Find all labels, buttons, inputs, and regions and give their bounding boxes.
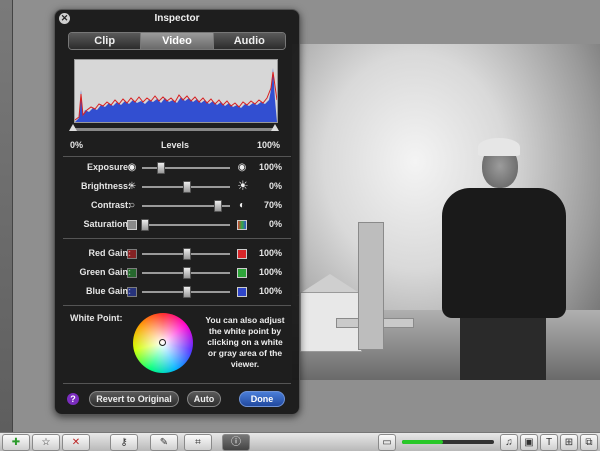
green-gain-label: Green Gain: [79,267,131,277]
saturation-slider[interactable] [140,219,230,231]
inspector-tabs: Clip Video Audio [68,32,286,50]
revert-to-original-button[interactable]: Revert to Original [89,391,179,407]
blue-gain-slider[interactable] [142,286,230,298]
tab-audio[interactable]: Audio [213,33,285,49]
saturation-label: Saturation: [83,219,131,229]
done-button[interactable]: Done [239,391,285,407]
saturation-high-swatch [237,220,247,230]
brightness-slider-thumb[interactable] [183,181,191,193]
info-icon[interactable]: ⓘ [222,434,250,451]
red-gain-value: 100% [258,248,282,258]
blue-gain-high-swatch [237,287,247,297]
person-cap [478,138,520,156]
add-icon[interactable]: ✚ [2,434,30,451]
person-legs [460,314,546,380]
exposure-low-icon: ◉ [127,162,137,173]
green-gain-slider[interactable] [142,267,230,279]
camera-icon[interactable]: ▣ [520,434,538,451]
blue-gain-slider-thumb[interactable] [183,286,191,298]
green-gain-value: 100% [258,267,282,277]
levels-min-label: 0% [70,140,84,150]
levels-max-label: 100% [257,140,281,150]
contrast-value: 70% [263,200,282,210]
inspector-title: Inspector [154,13,200,24]
auto-button[interactable]: Auto [187,391,221,407]
map-icon[interactable]: ⊞ [560,434,578,451]
exposure-slider-thumb[interactable] [156,162,165,174]
crop-icon[interactable]: ⌗ [184,434,212,451]
levels-histogram [74,59,278,123]
progress-fill [402,440,444,444]
green-gain-low-swatch [127,268,137,278]
white-point-color-wheel[interactable] [133,313,193,373]
levels-slider[interactable] [69,124,279,131]
red-gain-high-swatch [237,249,247,259]
viewer-person [442,138,566,380]
brightness-high-icon: ☀ [237,178,249,193]
red-gain-low-swatch [127,249,137,259]
contrast-label: Contrast: [91,200,131,210]
blue-gain-label: Blue Gain: [85,286,131,296]
divider [63,238,291,239]
white-point-hint: You can also adjust the white point by c… [205,315,285,369]
red-gain-slider[interactable] [142,248,230,260]
levels-min-handle[interactable] [69,124,77,131]
exposure-high-icon: ◉ [237,162,247,173]
white-point-label: White Point: [70,313,123,323]
eyedropper-icon[interactable]: ✎ [150,434,178,451]
brightness-value: 0% [268,181,282,191]
contrast-high-icon: ◐ [238,200,246,211]
contrast-slider[interactable] [142,200,230,212]
help-button[interactable]: ? [67,393,79,405]
saturation-value: 0% [268,219,282,229]
tab-clip[interactable]: Clip [69,33,142,49]
transition-icon[interactable]: ⧉ [580,434,598,451]
exposure-label: Exposure: [86,162,131,172]
inspector-panel: ✕ Inspector Clip Video Audio 0% Levels 1… [54,9,300,415]
divider [63,383,291,384]
brightness-slider[interactable] [142,181,230,193]
zoom-out-icon[interactable]: ▭ [378,434,396,451]
video-viewer[interactable] [292,44,600,380]
levels-label: Levels [161,140,190,150]
exposure-value: 100% [258,162,282,172]
white-point-marker[interactable] [159,339,166,346]
red-gain-label: Red Gain: [88,248,131,258]
brightness-low-icon: ✳ [127,181,137,192]
star-icon[interactable]: ☆ [32,434,60,451]
blue-gain-value: 100% [258,286,282,296]
exposure-slider[interactable] [142,162,230,174]
divider [63,305,291,306]
brightness-label: Brightness: [80,181,131,191]
green-gain-slider-thumb[interactable] [183,267,191,279]
tab-video[interactable]: Video [141,33,214,49]
title-icon[interactable]: T [540,434,558,451]
divider [63,156,291,157]
viewer-tower [358,222,384,350]
reject-icon[interactable]: ✕ [62,434,90,451]
left-scroll-strip[interactable] [0,0,13,432]
contrast-slider-thumb[interactable] [213,200,222,212]
person-torso [442,188,566,318]
blue-gain-low-swatch [127,287,137,297]
contrast-low-icon: ○ [128,200,136,211]
playhead-progress[interactable] [402,440,494,444]
music-icon[interactable]: ♫ [500,434,518,451]
green-gain-high-swatch [237,268,247,278]
saturation-slider-thumb[interactable] [140,219,149,231]
red-gain-slider-thumb[interactable] [183,248,191,260]
bottom-toolbar: ✚ ☆ ✕ ⚷ ✎ ⌗ ⓘ ▭ ♫ ▣ T ⊞ ⧉ [0,432,600,451]
levels-max-handle[interactable] [271,124,279,131]
saturation-low-swatch [127,220,137,230]
keyword-icon[interactable]: ⚷ [110,434,138,451]
